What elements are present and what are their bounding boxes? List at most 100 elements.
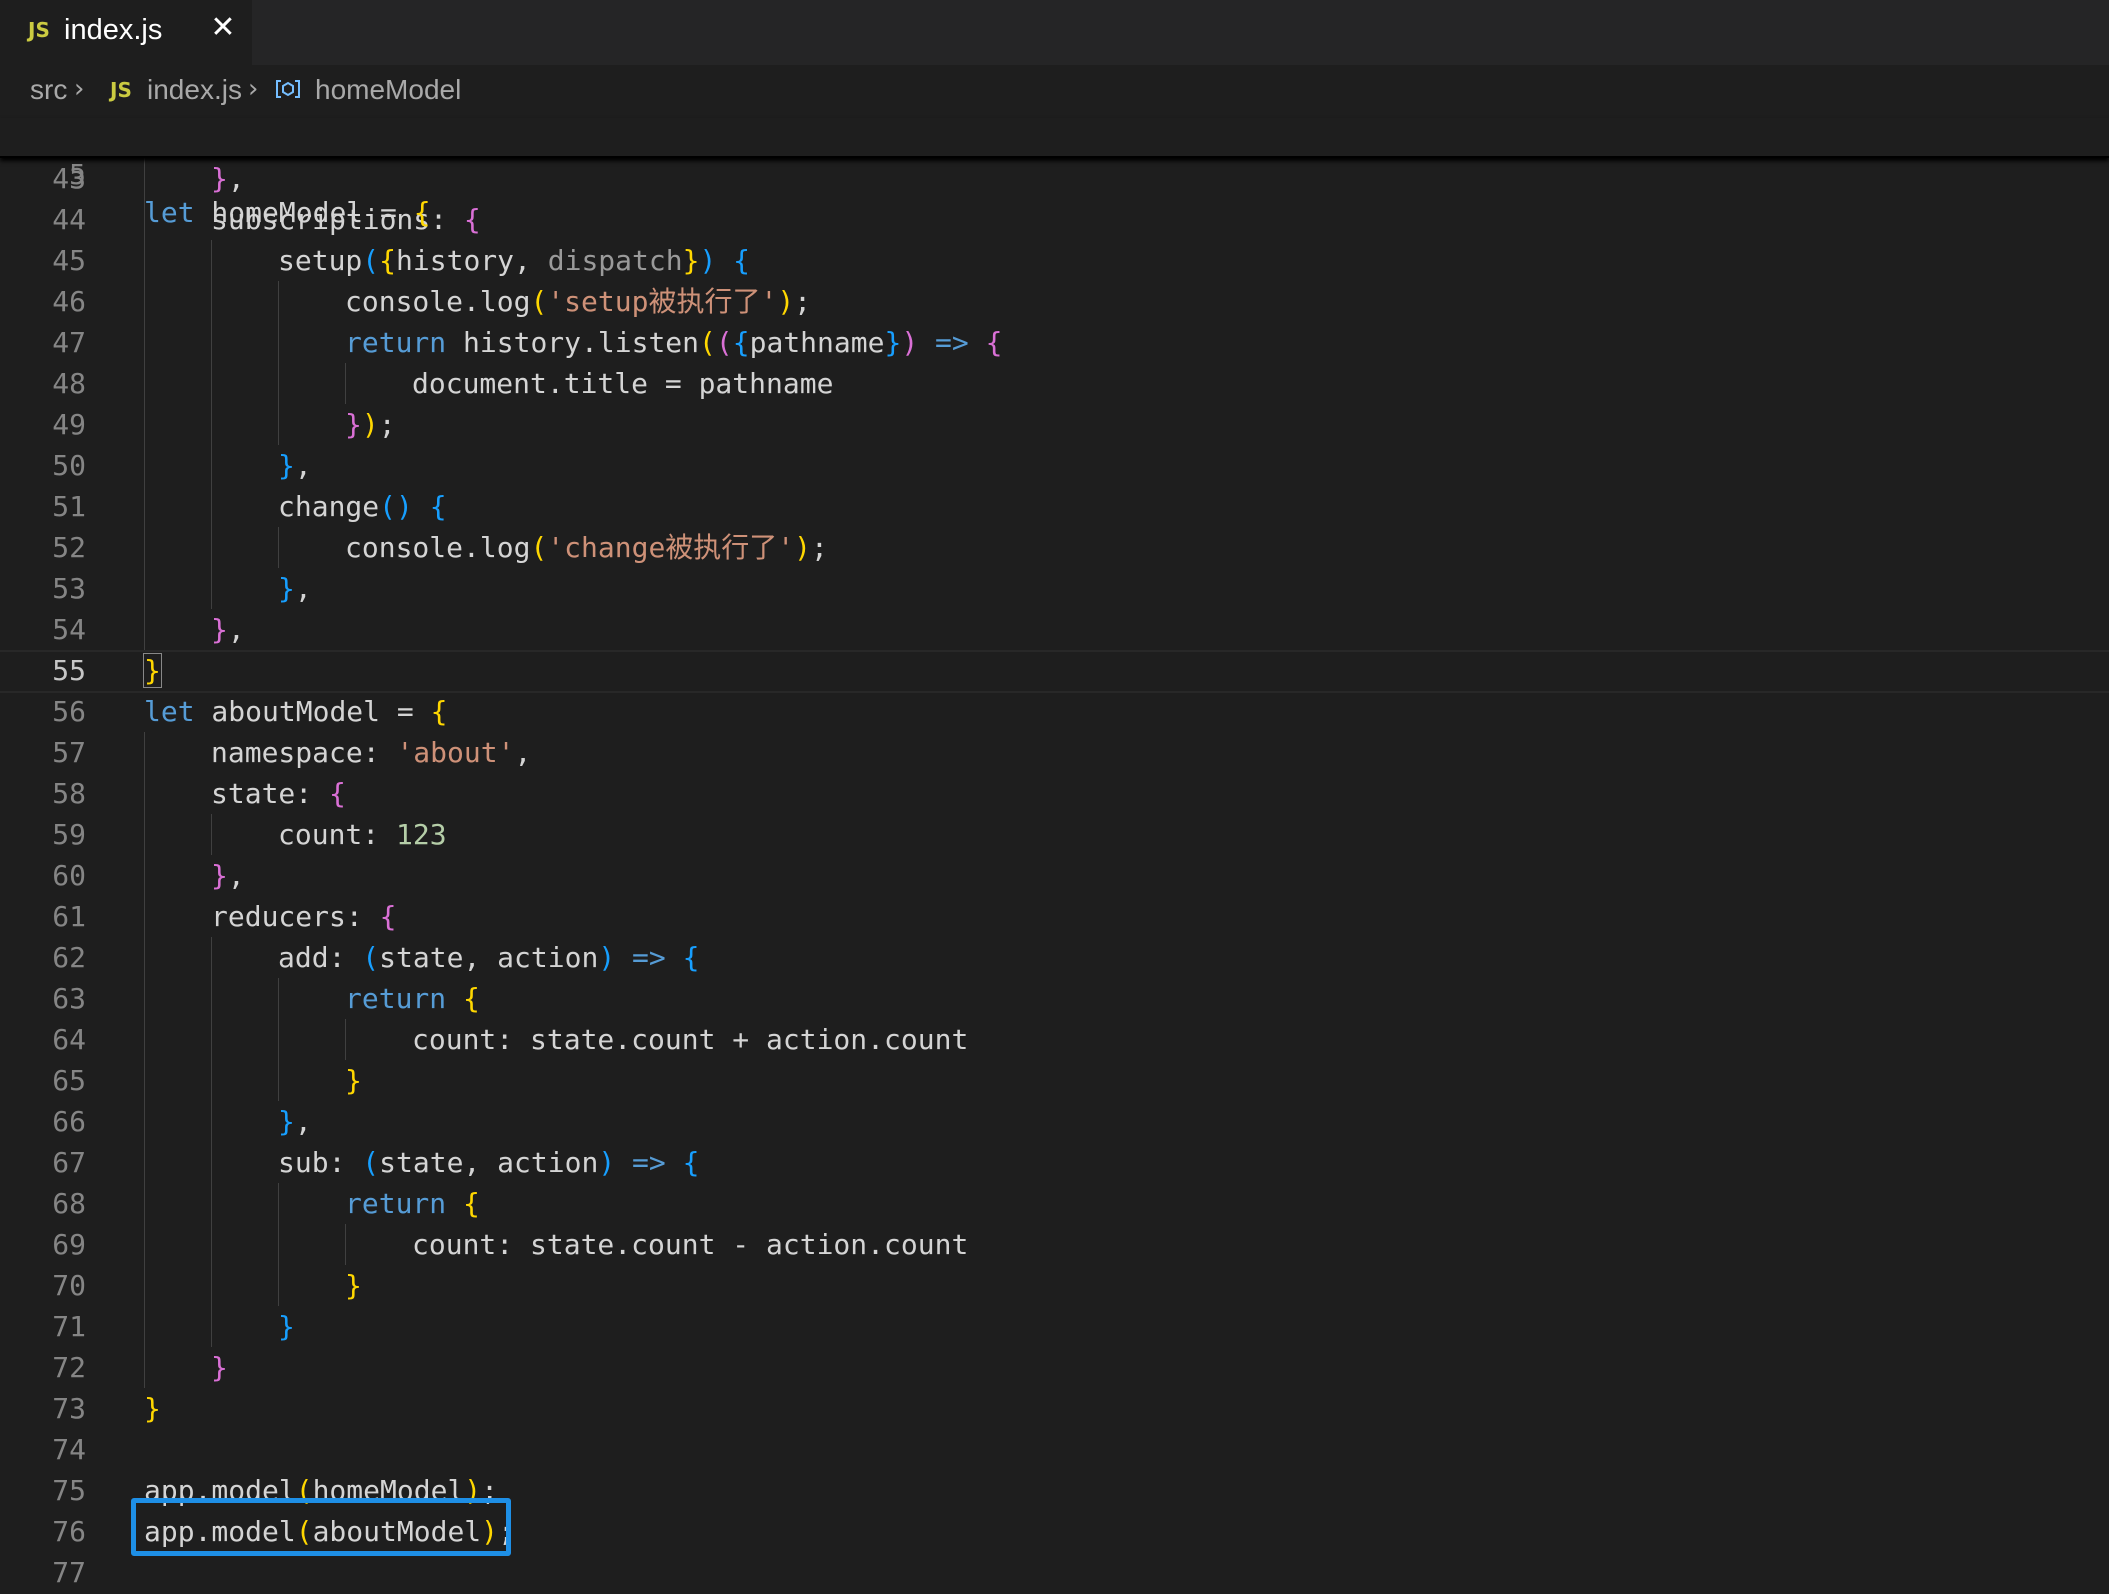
code-line[interactable]: 51 change() { — [0, 486, 2109, 527]
code-token: ( — [362, 1146, 380, 1179]
code-text: }, — [211, 855, 245, 896]
indent-guide — [144, 281, 145, 322]
code-token: ( — [530, 531, 548, 564]
line-number: 46 — [52, 285, 86, 318]
code-text: } — [345, 1265, 362, 1306]
indent-guide — [211, 1019, 212, 1060]
code-token: return — [345, 1187, 447, 1220]
code-token: { — [413, 196, 431, 229]
code-line[interactable]: 66}, — [0, 1101, 2109, 1142]
indent-guide — [144, 404, 145, 445]
code-text: reducers: { — [211, 896, 396, 937]
indent-guide — [144, 322, 145, 363]
code-line[interactable]: 70} — [0, 1265, 2109, 1306]
indent-guide — [144, 609, 145, 650]
code-token: ( — [699, 326, 716, 359]
code-line[interactable]: 46 console.log('setup被执行了'); — [0, 281, 2109, 322]
close-icon[interactable]: ✕ — [208, 13, 238, 43]
code-line[interactable]: 62 add: (state, action) => { — [0, 937, 2109, 978]
indent-guide — [144, 1224, 145, 1265]
indent-guide — [144, 486, 145, 527]
code-line[interactable]: 63 return { — [0, 978, 2109, 1019]
code-token: { — [732, 326, 750, 359]
code-token: } — [278, 449, 295, 482]
code-token: ) — [598, 941, 616, 974]
line-number: 60 — [52, 859, 86, 892]
code-line[interactable]: 64 count: state.count + action.count — [0, 1019, 2109, 1060]
tab-index-js[interactable]: JS index.js ✕ — [0, 0, 253, 65]
code-token: sub: — [278, 1146, 363, 1179]
code-text: }, — [278, 445, 312, 486]
code-token: , — [227, 613, 245, 646]
code-line[interactable]: 67 sub: (state, action) => { — [0, 1142, 2109, 1183]
code-token: state, action — [379, 1146, 599, 1179]
indent-guide — [144, 363, 145, 404]
sticky-scroll-header[interactable]: 5 let homeModel = { — [0, 118, 2109, 229]
code-line[interactable]: 72} — [0, 1347, 2109, 1388]
code-text: } — [143, 650, 162, 691]
code-line[interactable]: 65} — [0, 1060, 2109, 1101]
code-line[interactable]: 74 — [0, 1429, 2109, 1470]
code-line[interactable]: 50}, — [0, 445, 2109, 486]
code-token: => — [632, 941, 666, 974]
breadcrumb-symbol[interactable]: homeModel — [315, 74, 461, 106]
line-number: 77 — [52, 1556, 86, 1589]
code-line[interactable]: 69 count: state.count - action.count — [0, 1224, 2109, 1265]
code-line[interactable]: 60}, — [0, 855, 2109, 896]
code-line[interactable]: 77 — [0, 1552, 2109, 1593]
code-token: pathname — [749, 326, 885, 359]
indent-guide — [211, 322, 212, 363]
code-token: { — [429, 490, 447, 523]
code-line[interactable]: 54}, — [0, 609, 2109, 650]
code-line[interactable]: 49}); — [0, 404, 2109, 445]
line-number: 51 — [52, 490, 86, 523]
code-line[interactable]: 56 let aboutModel = { — [0, 691, 2109, 732]
code-line[interactable]: 57 namespace: 'about', — [0, 732, 2109, 773]
code-line[interactable]: 48 document.title = pathname — [0, 363, 2109, 404]
code-line[interactable]: 68 return { — [0, 1183, 2109, 1224]
indent-guide — [278, 1224, 279, 1265]
indent-guide — [144, 773, 145, 814]
line-number: 76 — [52, 1515, 86, 1548]
breadcrumb-file[interactable]: index.js — [147, 74, 242, 106]
indent-guide — [211, 281, 212, 322]
line-number: 61 — [52, 900, 86, 933]
code-token: ) — [794, 531, 812, 564]
code-line[interactable]: 52 console.log('change被执行了'); — [0, 527, 2109, 568]
code-line[interactable]: 43}, — [0, 158, 2109, 199]
code-editor[interactable]: 43}, 44 subscriptions: {45 setup({history, … — [0, 158, 2109, 1593]
code-line[interactable]: 71} — [0, 1306, 2109, 1347]
indent-guide — [144, 1306, 145, 1347]
chevron-right-icon: › — [74, 74, 85, 104]
line-number: 50 — [52, 449, 86, 482]
code-line[interactable]: 61 reducers: { — [0, 896, 2109, 937]
breadcrumb-folder[interactable]: src — [30, 74, 67, 106]
code-line[interactable]: 58 state: { — [0, 773, 2109, 814]
code-line[interactable]: 55} — [0, 650, 2109, 693]
editor-window: JS index.js ✕ src › JS index.js › homeMo… — [0, 0, 2109, 1594]
code-token: , — [294, 449, 312, 482]
code-text: setup({history, dispatch}) { — [278, 240, 750, 281]
code-line[interactable]: 45 setup({history, dispatch}) { — [0, 240, 2109, 281]
code-line[interactable]: 53}, — [0, 568, 2109, 609]
code-token: { — [379, 900, 397, 933]
highlight-box — [131, 1498, 511, 1556]
code-text: } — [144, 1388, 161, 1429]
code-text: add: (state, action) => { — [278, 937, 699, 978]
indent-guide — [278, 1183, 279, 1224]
line-number: 58 — [52, 777, 86, 810]
code-line[interactable]: 47 return history.listen(({pathname}) => … — [0, 322, 2109, 363]
code-token: return — [345, 982, 447, 1015]
line-number: 67 — [52, 1146, 86, 1179]
code-line[interactable]: 59 count: 123 — [0, 814, 2109, 855]
indent-guide — [144, 1183, 145, 1224]
code-token: state, action — [379, 941, 599, 974]
code-token: history.listen — [446, 326, 700, 359]
code-token: { — [463, 1187, 480, 1220]
code-token: console.log — [345, 531, 531, 564]
code-token: } — [211, 1351, 228, 1384]
code-token: reducers: — [211, 900, 380, 933]
code-line[interactable]: 73} — [0, 1388, 2109, 1429]
